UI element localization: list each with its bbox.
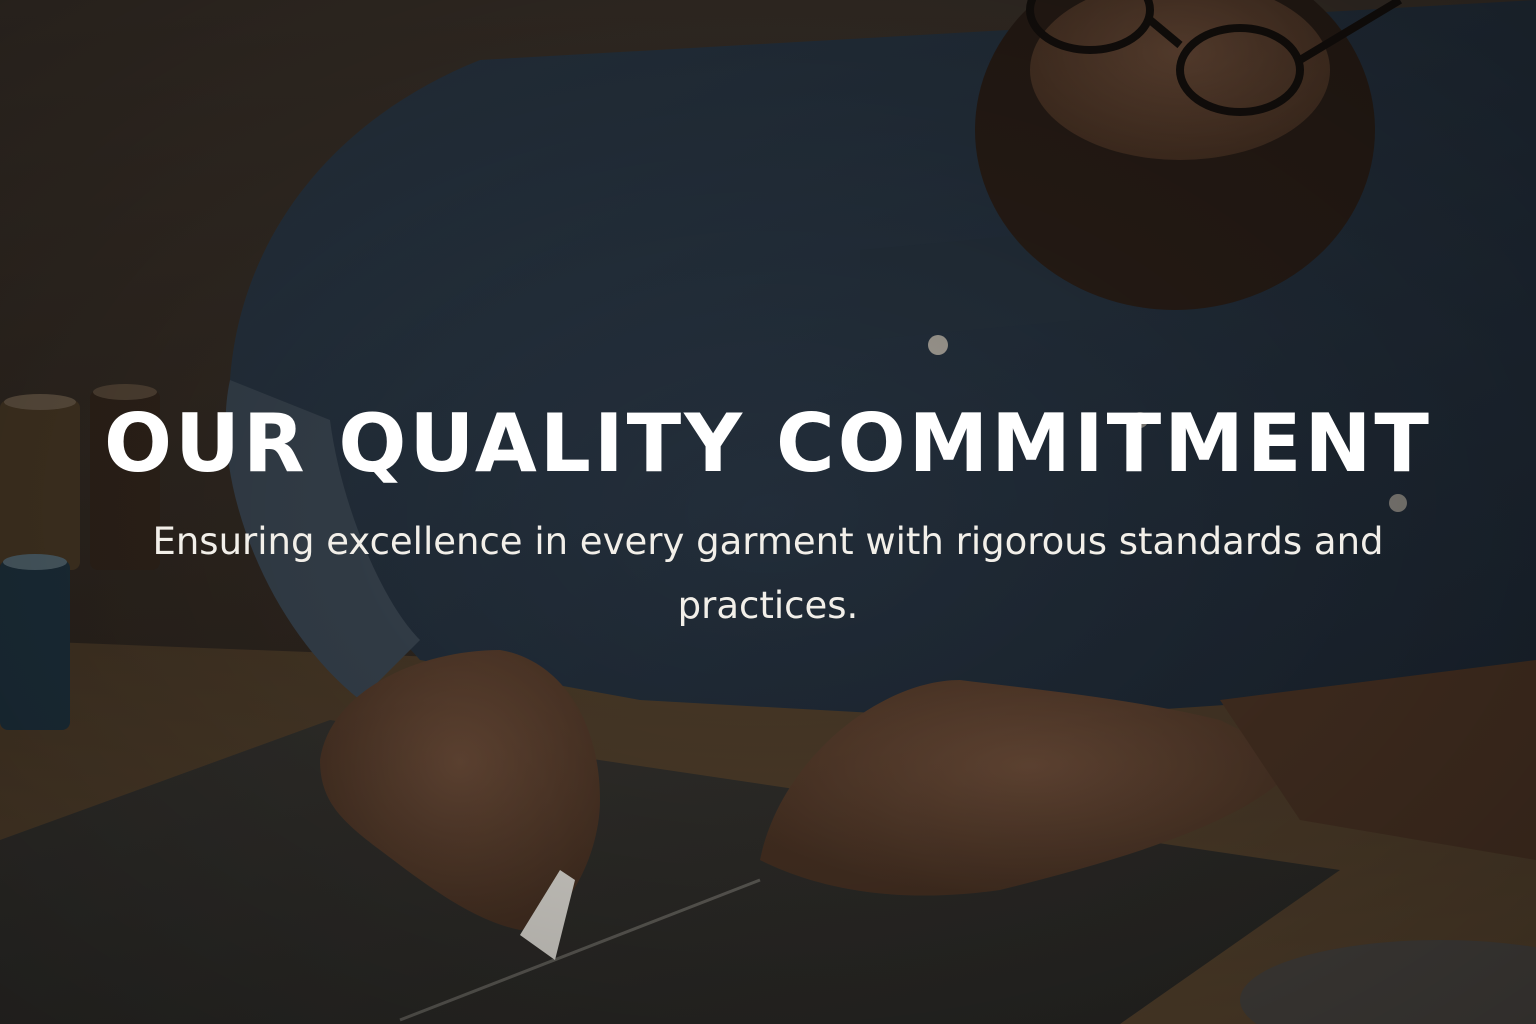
hero-title: OUR QUALITY COMMITMENT: [104, 397, 1432, 490]
hero-section: OUR QUALITY COMMITMENT Ensuring excellen…: [0, 0, 1536, 1024]
hero-subtitle: Ensuring excellence in every garment wit…: [152, 520, 1384, 627]
hero-content: OUR QUALITY COMMITMENT Ensuring excellen…: [0, 396, 1536, 638]
